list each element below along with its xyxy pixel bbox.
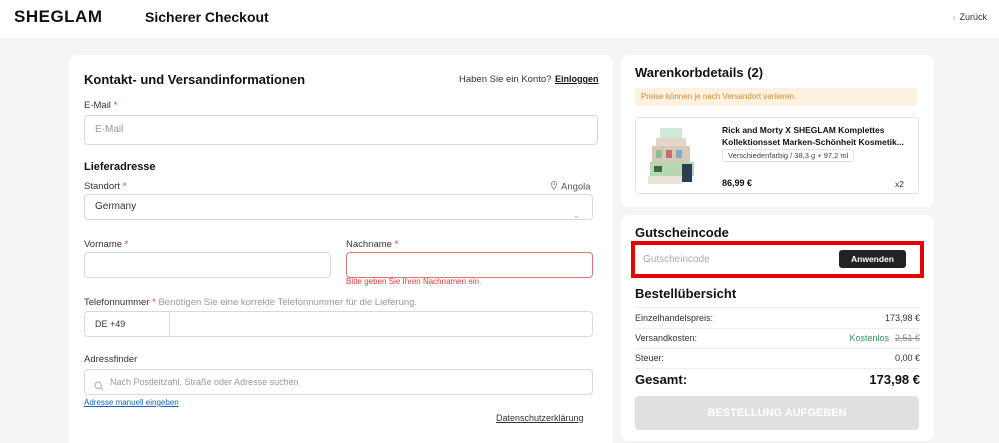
firstname-label: Vorname * bbox=[84, 239, 129, 250]
shipping-label: Versandkosten: bbox=[635, 333, 698, 343]
search-icon bbox=[94, 376, 104, 400]
phone-country-code[interactable]: DE +49 bbox=[85, 312, 170, 336]
pin-icon bbox=[550, 181, 558, 193]
page-title: Sicherer Checkout bbox=[145, 9, 269, 25]
contact-section-title: Kontakt- und Versandinformationen bbox=[84, 72, 306, 87]
manual-address-link[interactable]: Adresse manuell eingeben bbox=[84, 398, 179, 407]
privacy-link[interactable]: Datenschutzerklärung bbox=[496, 413, 584, 423]
back-label: Zurück bbox=[959, 12, 987, 22]
chevron-left-icon: ‹ bbox=[952, 13, 956, 22]
address-section-title: Lieferadresse bbox=[84, 161, 156, 173]
top-bar: SHEGLAM Sicherer Checkout ‹ Zurück bbox=[0, 0, 999, 38]
tax-value: 0,00 € bbox=[894, 353, 920, 363]
cart-card: Warenkorbdetails (2) Preise können je na… bbox=[621, 55, 934, 207]
phone-field[interactable]: DE +49 bbox=[84, 311, 593, 337]
retail-price-value: 173,98 € bbox=[884, 313, 920, 323]
lastname-label: Nachname * bbox=[346, 239, 399, 250]
address-finder-placeholder: Nach Postleitzahl, Straße oder Adresse s… bbox=[110, 377, 299, 387]
row-divider bbox=[635, 368, 919, 369]
location-label: Standort * bbox=[84, 181, 127, 192]
cart-title: Warenkorbdetails (2) bbox=[635, 65, 764, 80]
product-price: 86,99 € bbox=[722, 178, 753, 188]
summary-divider bbox=[635, 307, 919, 308]
address-finder-label: Adressfinder bbox=[84, 354, 138, 365]
place-order-button[interactable]: BESTELLUNG AUFGEBEN bbox=[635, 396, 919, 430]
total-value: 173,98 € bbox=[869, 372, 920, 387]
location-hint: Angola bbox=[550, 181, 591, 193]
firstname-field[interactable] bbox=[84, 252, 331, 278]
email-label: E-Mail * bbox=[84, 100, 118, 111]
contact-shipping-card: Kontakt- und Versandinformationen Haben … bbox=[69, 55, 613, 443]
shipping-old-price: 2,51 € bbox=[894, 333, 920, 343]
lastname-error: Bitte geben Sie Ihren Nachnamen ein. bbox=[346, 277, 482, 286]
row-divider bbox=[635, 328, 919, 329]
login-link[interactable]: Einloggen bbox=[555, 74, 599, 84]
email-field[interactable]: E-Mail bbox=[84, 115, 598, 145]
price-notice: Preise können je nach Versandort variier… bbox=[635, 88, 917, 106]
lastname-field[interactable] bbox=[346, 252, 593, 278]
product-image[interactable] bbox=[642, 124, 702, 188]
cart-item: Rick and Morty X SHEGLAM Komplettes Koll… bbox=[635, 117, 919, 194]
retail-price-label: Einzelhandelspreis: bbox=[635, 313, 714, 323]
shipping-value: Kostenlos 2,51 € bbox=[849, 333, 920, 343]
product-quantity: x2 bbox=[895, 179, 904, 189]
coupon-input-highlight: Gutscheincode Anwenden bbox=[631, 241, 924, 278]
coupon-input[interactable]: Gutscheincode bbox=[643, 251, 863, 269]
account-prompt: Haben Sie ein Konto? bbox=[459, 74, 552, 85]
coupon-title: Gutscheincode bbox=[635, 225, 729, 240]
shipping-free: Kostenlos bbox=[849, 333, 889, 343]
tax-label: Steuer: bbox=[635, 353, 665, 363]
location-select[interactable]: Germany ⌄ bbox=[84, 194, 593, 220]
chevron-down-icon: ⌄ bbox=[572, 210, 580, 220]
apply-coupon-button[interactable]: Anwenden bbox=[839, 250, 906, 268]
product-variant: Verschiedenfarbig / 38,3 g + 97,2 ml bbox=[722, 149, 855, 162]
location-value: Germany bbox=[95, 201, 137, 212]
row-divider bbox=[635, 348, 919, 349]
address-finder-input[interactable]: Nach Postleitzahl, Straße oder Adresse s… bbox=[84, 369, 593, 395]
back-link[interactable]: ‹ Zurück bbox=[953, 12, 987, 22]
product-name[interactable]: Rick and Morty X SHEGLAM Komplettes Koll… bbox=[722, 124, 918, 148]
phone-label: Telefonnummer * Benötigen Sie eine korre… bbox=[84, 297, 418, 308]
logo[interactable]: SHEGLAM bbox=[14, 7, 103, 27]
total-label: Gesamt: bbox=[635, 372, 688, 387]
summary-title: Bestellübersicht bbox=[635, 286, 737, 301]
